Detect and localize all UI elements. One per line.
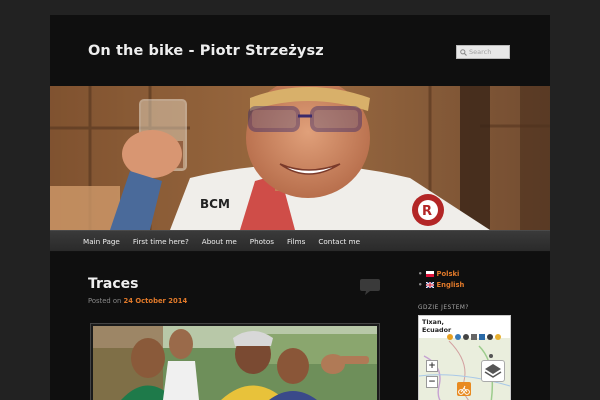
svg-text:BCM: BCM — [200, 197, 230, 211]
page: On the bike - Piotr Strzeżysz Search R B… — [50, 15, 550, 400]
svg-text:R: R — [422, 204, 432, 219]
map-position-marker[interactable] — [457, 382, 471, 396]
nav-item-first-time[interactable]: First time here? — [133, 237, 189, 246]
widget-title-where-am-i: GDZIE JESTEM? — [418, 305, 469, 311]
language-item-polski: • Polski — [418, 269, 460, 278]
map-toolbar-icons[interactable] — [446, 333, 506, 341]
comment-bubble-icon[interactable] — [359, 278, 381, 296]
flag-pl-icon — [426, 270, 435, 277]
nav-item-about-me[interactable]: About me — [202, 237, 237, 246]
language-link-english[interactable]: English — [436, 281, 464, 289]
language-link-polski[interactable]: Polski — [436, 270, 459, 278]
flag-gb-icon — [426, 281, 435, 288]
language-list: • Polski • English — [418, 268, 464, 290]
bike-icon — [458, 385, 470, 395]
search-input[interactable] — [467, 48, 505, 56]
main-nav: Main Page First time here? About me Phot… — [50, 230, 550, 252]
posted-on-label: Posted on — [88, 297, 122, 305]
search-box[interactable] — [456, 45, 510, 59]
post-image[interactable] — [90, 323, 380, 400]
nav-item-contact-me[interactable]: Contact me — [318, 237, 360, 246]
nav-item-main-page[interactable]: Main Page — [83, 237, 120, 246]
search-icon — [460, 48, 467, 56]
nav-item-films[interactable]: Films — [287, 237, 305, 246]
map-zoom-in-button[interactable]: + — [426, 360, 438, 372]
post-title[interactable]: Traces — [88, 276, 139, 292]
location-map[interactable]: Tixan, Ecuador + − — [418, 315, 511, 400]
post-date-link[interactable]: 24 October 2014 — [124, 297, 188, 305]
layers-icon — [484, 364, 502, 378]
map-zoom-out-button[interactable]: − — [426, 376, 438, 388]
header-image: R BCM — [50, 86, 550, 230]
language-item-english: • English — [418, 280, 465, 289]
nav-item-photos[interactable]: Photos — [250, 237, 274, 246]
map-location-label: Tixan, Ecuador — [422, 318, 452, 334]
map-layers-button[interactable] — [481, 360, 505, 382]
post-meta: Posted on 24 October 2014 — [88, 297, 187, 305]
site-title[interactable]: On the bike - Piotr Strzeżysz — [88, 43, 324, 59]
